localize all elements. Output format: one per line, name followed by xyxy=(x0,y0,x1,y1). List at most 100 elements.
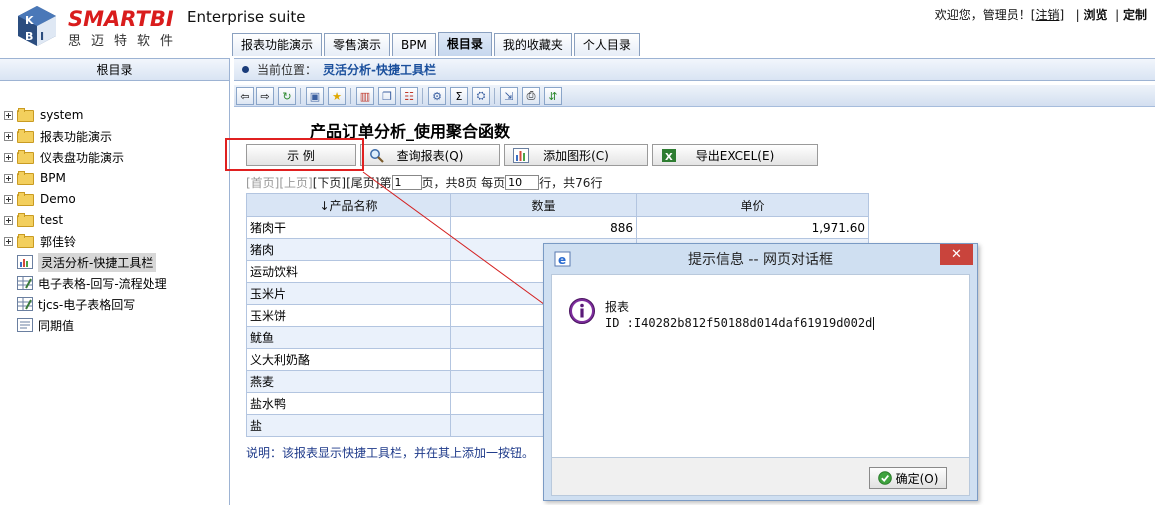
cell-product: 义大利奶酪 xyxy=(246,348,451,371)
export-excel-label: 导出EXCEL(E) xyxy=(695,148,775,163)
logout-link[interactable]: 注销 xyxy=(1035,8,1059,22)
page-prefix: 第 xyxy=(379,176,392,190)
message-dialog: e 提示信息 -- 网页对话框 ✕ 报表 ID :I40282b812f5018… xyxy=(543,243,978,501)
query-report-button[interactable]: 查询报表(Q) xyxy=(360,144,500,166)
save-icon[interactable]: ▣ xyxy=(306,87,324,105)
tree-item-demo[interactable]: Demo xyxy=(0,189,76,209)
dialog-body: 报表 ID :I40282b812f50188d014daf61919d002d xyxy=(551,274,970,458)
dialog-close-button[interactable]: ✕ xyxy=(940,244,973,265)
breadcrumb: 当前位置： 灵活分析-快捷工具栏 xyxy=(234,58,1155,81)
per-page-input[interactable] xyxy=(505,175,540,190)
next-page-link[interactable]: [下页] xyxy=(313,174,346,191)
dialog-titlebar: e 提示信息 -- 网页对话框 ✕ xyxy=(544,244,977,274)
tree-item-label: 同期值 xyxy=(38,318,75,333)
tab-report-demo[interactable]: 报表功能演示 xyxy=(232,33,323,56)
tree-item-label: system xyxy=(40,108,84,122)
svg-text:X: X xyxy=(665,152,673,163)
tab-root[interactable]: 根目录 xyxy=(437,32,492,56)
svg-text:e: e xyxy=(558,253,566,267)
chart-icon xyxy=(513,148,529,163)
highlight-annotation xyxy=(225,138,364,171)
tree-item-label: 仪表盘功能演示 xyxy=(40,150,125,165)
check-icon xyxy=(877,471,892,485)
tab-personal[interactable]: 个人目录 xyxy=(573,33,640,56)
tab-favorites[interactable]: 我的收藏夹 xyxy=(493,33,572,56)
tree-item-flex-analysis[interactable]: 灵活分析-快捷工具栏 xyxy=(0,252,157,272)
pagination: [首页] [上页] [下页] [尾页] 第 页，共8页 每页 行，共76行 xyxy=(246,174,602,191)
dialog-footer: 确定(O) xyxy=(551,458,970,496)
print-icon[interactable]: ⎙ xyxy=(522,87,540,105)
per-page-suffix: 行，共76行 xyxy=(539,176,603,190)
expand-icon[interactable] xyxy=(4,131,13,141)
tab-bpm[interactable]: BPM xyxy=(392,33,436,56)
svg-text:B: B xyxy=(25,30,33,43)
export-excel-button[interactable]: X 导出EXCEL(E) xyxy=(652,144,818,166)
expand-icon[interactable] xyxy=(4,194,13,204)
svg-text:I: I xyxy=(40,30,44,43)
expand-icon[interactable] xyxy=(4,236,13,246)
cell-product: 玉米饼 xyxy=(246,304,451,327)
cell-product: 玉米片 xyxy=(246,282,451,305)
settings-icon[interactable]: ⛭ xyxy=(472,87,490,105)
layout-icon[interactable]: ⇵ xyxy=(544,87,562,105)
tree-item-same-period[interactable]: 同期值 xyxy=(0,315,74,335)
ok-button[interactable]: 确定(O) xyxy=(869,467,947,489)
expand-icon[interactable] xyxy=(4,215,13,225)
excel-icon: X xyxy=(662,149,676,163)
filter-icon[interactable]: ☷ xyxy=(400,87,418,105)
tree-item-label: 报表功能演示 xyxy=(40,129,113,144)
tree-item-label: BPM xyxy=(40,171,66,185)
favorite-star-icon[interactable]: ★ xyxy=(328,87,346,105)
expand-icon[interactable] xyxy=(4,152,13,162)
expand-icon[interactable] xyxy=(4,110,13,120)
browse-link[interactable]: 浏览 xyxy=(1083,8,1107,22)
tree-item-system[interactable]: system xyxy=(0,105,83,125)
refresh-icon[interactable]: ↻ xyxy=(278,87,296,105)
page-suffix: 页，共8页 xyxy=(421,176,478,190)
tree-item-guo[interactable]: 郭佳铃 xyxy=(0,231,76,251)
prev-page-link[interactable]: [上页] xyxy=(279,174,312,191)
table-row: 猪肉干 886 1,971.60 xyxy=(246,216,869,239)
welcome-text: 欢迎您，管理员！[ xyxy=(934,8,1036,22)
spreadsheet-icon xyxy=(17,276,33,290)
cell-qty: 886 xyxy=(450,216,637,239)
tab-retail-demo[interactable]: 零售演示 xyxy=(324,33,391,56)
properties-icon[interactable]: ⚙ xyxy=(428,87,446,105)
back-icon[interactable]: ⇦ xyxy=(236,87,254,105)
tree-item-label: 电子表格-回写-流程处理 xyxy=(38,276,167,291)
user-bar: 欢迎您，管理员！[注销] | 浏览 | 定制 xyxy=(934,8,1147,22)
folder-icon xyxy=(17,234,35,248)
page-number-input[interactable] xyxy=(391,175,422,190)
svg-text:K: K xyxy=(25,14,34,27)
tree-item-dashboard-demo[interactable]: 仪表盘功能演示 xyxy=(0,147,124,167)
cell-product: 鱿鱼 xyxy=(246,326,451,349)
tree-item-test[interactable]: test xyxy=(0,210,63,230)
cell-product: 燕麦 xyxy=(246,370,451,393)
export-icon[interactable]: ⇲ xyxy=(500,87,518,105)
welcome-end: ] xyxy=(1059,8,1065,22)
chart-report-icon xyxy=(17,255,33,269)
app-header: K I B SMARTBI 思迈特软件 Enterprise suite 欢迎您… xyxy=(0,0,1155,56)
per-page-prefix: 每页 xyxy=(481,176,506,190)
chart-icon[interactable]: ▥ xyxy=(356,87,374,105)
column-header-price[interactable]: 单价 xyxy=(636,193,869,217)
dialog-message-line2: ID :I40282b812f50188d014daf61919d002d xyxy=(605,316,875,330)
column-header-qty[interactable]: 数量 xyxy=(450,193,637,217)
sum-icon[interactable]: Σ xyxy=(450,87,468,105)
customize-link[interactable]: 定制 xyxy=(1123,8,1147,22)
copy-icon[interactable]: ❐ xyxy=(378,87,396,105)
tree-item-tjcs[interactable]: tjcs-电子表格回写 xyxy=(0,294,135,314)
tree-item-bpm[interactable]: BPM xyxy=(0,168,66,188)
column-header-product[interactable]: ↓产品名称 xyxy=(246,193,451,217)
first-page-link[interactable]: [首页] xyxy=(246,174,279,191)
add-chart-button[interactable]: 添加图形(C) xyxy=(504,144,648,166)
tree-item-report-demo[interactable]: 报表功能演示 xyxy=(0,126,112,146)
report-note: 说明：该报表显示快捷工具栏，并在其上添加一按钮。 xyxy=(246,446,535,460)
ie-icon: e xyxy=(554,251,571,267)
last-page-link[interactable]: [尾页] xyxy=(346,174,379,191)
expand-icon[interactable] xyxy=(4,173,13,183)
forward-icon[interactable]: ⇨ xyxy=(256,87,274,105)
cell-product: 运动饮料 xyxy=(246,260,451,283)
breadcrumb-label: 当前位置： xyxy=(257,63,318,77)
tree-item-spreadsheet-flow[interactable]: 电子表格-回写-流程处理 xyxy=(0,273,167,293)
